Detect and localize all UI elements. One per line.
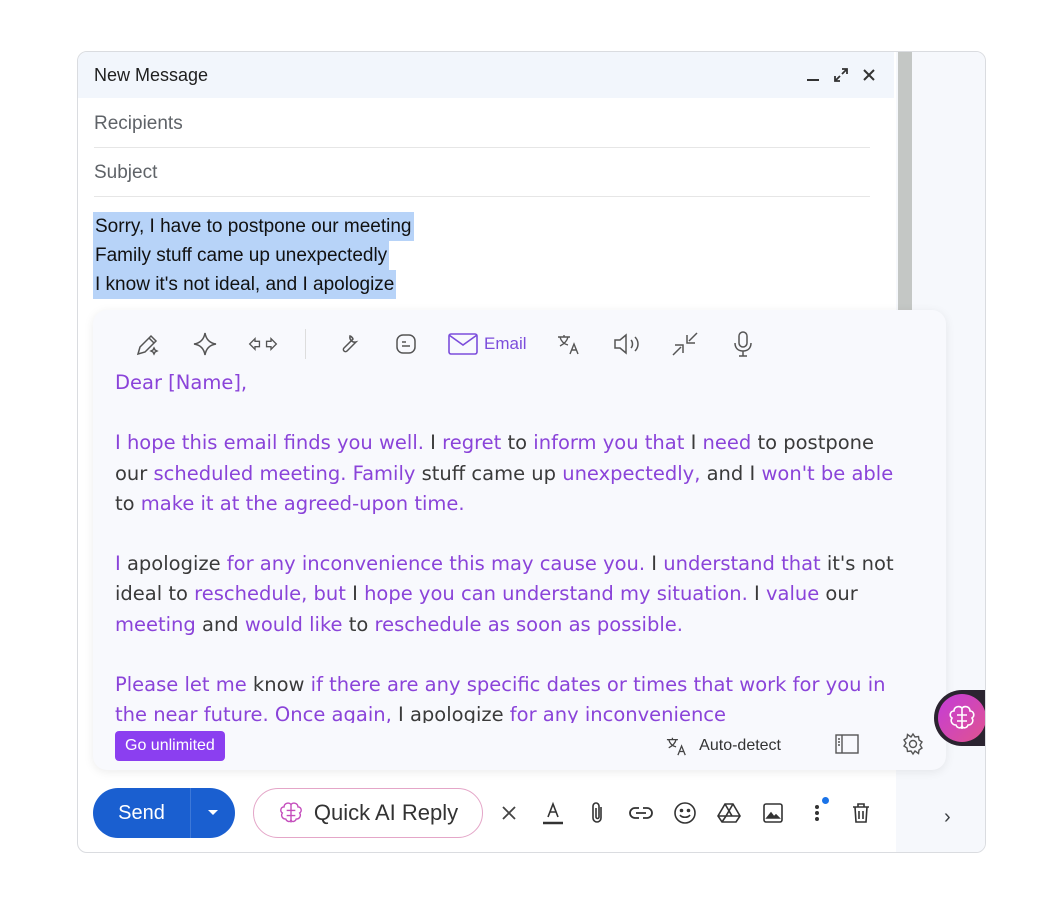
quick-ai-reply-label: Quick AI Reply	[313, 800, 459, 825]
output-segment: I	[747, 582, 766, 606]
output-segment: stuff came up	[415, 461, 563, 485]
text-format-icon[interactable]	[541, 801, 565, 825]
speaker-icon[interactable]	[611, 328, 643, 360]
email-tab[interactable]: Email	[448, 328, 527, 360]
output-segment: Please let me	[115, 672, 247, 696]
recipients-placeholder: Recipients	[94, 112, 183, 134]
output-greeting: Dear [Name],	[115, 371, 248, 394]
sidebar-toggle-icon[interactable]	[835, 733, 859, 759]
emoji-icon[interactable]	[673, 801, 697, 825]
message-body[interactable]: Sorry, I have to postpone our meeting Fa…	[93, 212, 414, 299]
expand-icon[interactable]	[832, 66, 850, 84]
drive-icon[interactable]	[717, 801, 741, 825]
send-button-group: Send	[93, 788, 235, 838]
output-segment: to	[115, 491, 141, 515]
output-segment: and I	[700, 461, 762, 485]
output-segment: and	[195, 612, 245, 636]
body-line: Family stuff came up unexpectedly	[93, 241, 390, 270]
minimize-icon[interactable]	[804, 66, 822, 84]
link-icon[interactable]	[629, 801, 653, 825]
compose-title: New Message	[94, 64, 209, 85]
pen-sparkle-icon[interactable]	[131, 328, 163, 360]
chevron-right-icon[interactable]: ›	[944, 806, 951, 829]
output-segment: I apologize	[391, 703, 510, 723]
attach-icon[interactable]	[585, 801, 609, 825]
compose-header: New Message	[78, 52, 894, 98]
settings-gear-icon[interactable]	[901, 732, 925, 761]
output-segment: I	[430, 431, 443, 455]
output-segment: reschedule, but	[194, 582, 346, 606]
ai-assistant-bubble[interactable]	[934, 690, 985, 746]
output-segment: scheduled meeting. Family	[153, 461, 416, 485]
send-options-chevron-icon[interactable]	[191, 788, 235, 838]
panel-footer: Go unlimited Auto-detect	[115, 730, 925, 762]
output-paragraph: I apologize for any inconvenience this m…	[115, 549, 905, 640]
output-paragraph: I hope this email finds you well. I regr…	[115, 428, 905, 519]
scrollbar[interactable]	[898, 52, 912, 312]
output-segment: make it at the agreed-upon time.	[140, 491, 465, 515]
mic-icon[interactable]	[727, 328, 759, 360]
output-segment: to	[342, 612, 375, 636]
output-segment: would like	[244, 612, 343, 636]
compose-bottom-bar: Send Quick AI Reply	[93, 788, 873, 838]
sparkle-icon[interactable]	[189, 328, 221, 360]
output-segment: need	[702, 431, 752, 455]
arrows-icon[interactable]	[247, 328, 279, 360]
subject-placeholder: Subject	[94, 161, 158, 183]
output-segment: know	[246, 672, 311, 696]
output-segment: inform you that	[533, 431, 685, 455]
blog-icon[interactable]	[390, 328, 422, 360]
notification-dot	[822, 797, 829, 804]
language-label: Auto-detect	[699, 737, 781, 754]
ai-toolbar: Email	[131, 328, 759, 360]
ai-assistant-panel: Email Dear [Name], I hope this email fin…	[93, 310, 946, 770]
output-segment: unexpectedly,	[562, 461, 701, 485]
delete-icon[interactable]	[849, 801, 873, 825]
insert-photo-icon[interactable]	[761, 801, 785, 825]
output-paragraph: Please let me know if there are any spec…	[115, 670, 905, 723]
output-segment: our	[819, 582, 858, 606]
email-tab-label: Email	[484, 334, 527, 353]
wrench-icon[interactable]	[332, 328, 364, 360]
brain-icon	[279, 802, 302, 823]
shrink-icon[interactable]	[669, 328, 701, 360]
output-segment: hope you can understand my situation.	[364, 582, 748, 606]
ai-output-text: Dear [Name], I hope this email finds you…	[115, 368, 905, 723]
output-segment: apologize	[120, 552, 227, 576]
brain-icon	[949, 705, 975, 729]
output-segment: I	[684, 431, 703, 455]
output-segment: for any inconvenience	[509, 703, 727, 723]
recipients-field[interactable]: Recipients	[94, 100, 870, 148]
output-segment: meeting	[115, 612, 196, 636]
output-segment: for any inconvenience this may cause you…	[226, 552, 646, 576]
close-ai-icon[interactable]	[497, 801, 521, 825]
body-line: Sorry, I have to postpone our meeting	[93, 212, 414, 241]
output-segment: reschedule as soon as possible.	[374, 612, 683, 636]
body-line: I know it's not ideal, and I apologize	[93, 270, 397, 299]
translate-icon	[667, 737, 687, 756]
compose-window: › New Message Recipients Subject Sorry, …	[77, 51, 986, 853]
quick-ai-reply-button[interactable]: Quick AI Reply	[253, 788, 483, 838]
output-segment: understand that	[663, 552, 821, 576]
output-segment: value	[765, 582, 820, 606]
translate-icon[interactable]	[553, 328, 585, 360]
output-segment: won't be able	[761, 461, 894, 485]
send-button[interactable]: Send	[93, 788, 191, 838]
close-icon[interactable]	[860, 66, 878, 84]
output-segment: to	[501, 431, 534, 455]
more-options-icon[interactable]	[805, 797, 829, 825]
subject-field[interactable]: Subject	[94, 149, 870, 197]
go-unlimited-button[interactable]: Go unlimited	[115, 731, 225, 761]
output-segment: regret	[442, 431, 502, 455]
output-segment: I	[645, 552, 664, 576]
output-segment: I hope this email finds you well.	[115, 431, 431, 455]
output-segment: I	[345, 582, 365, 606]
language-selector[interactable]: Auto-detect	[665, 735, 781, 757]
